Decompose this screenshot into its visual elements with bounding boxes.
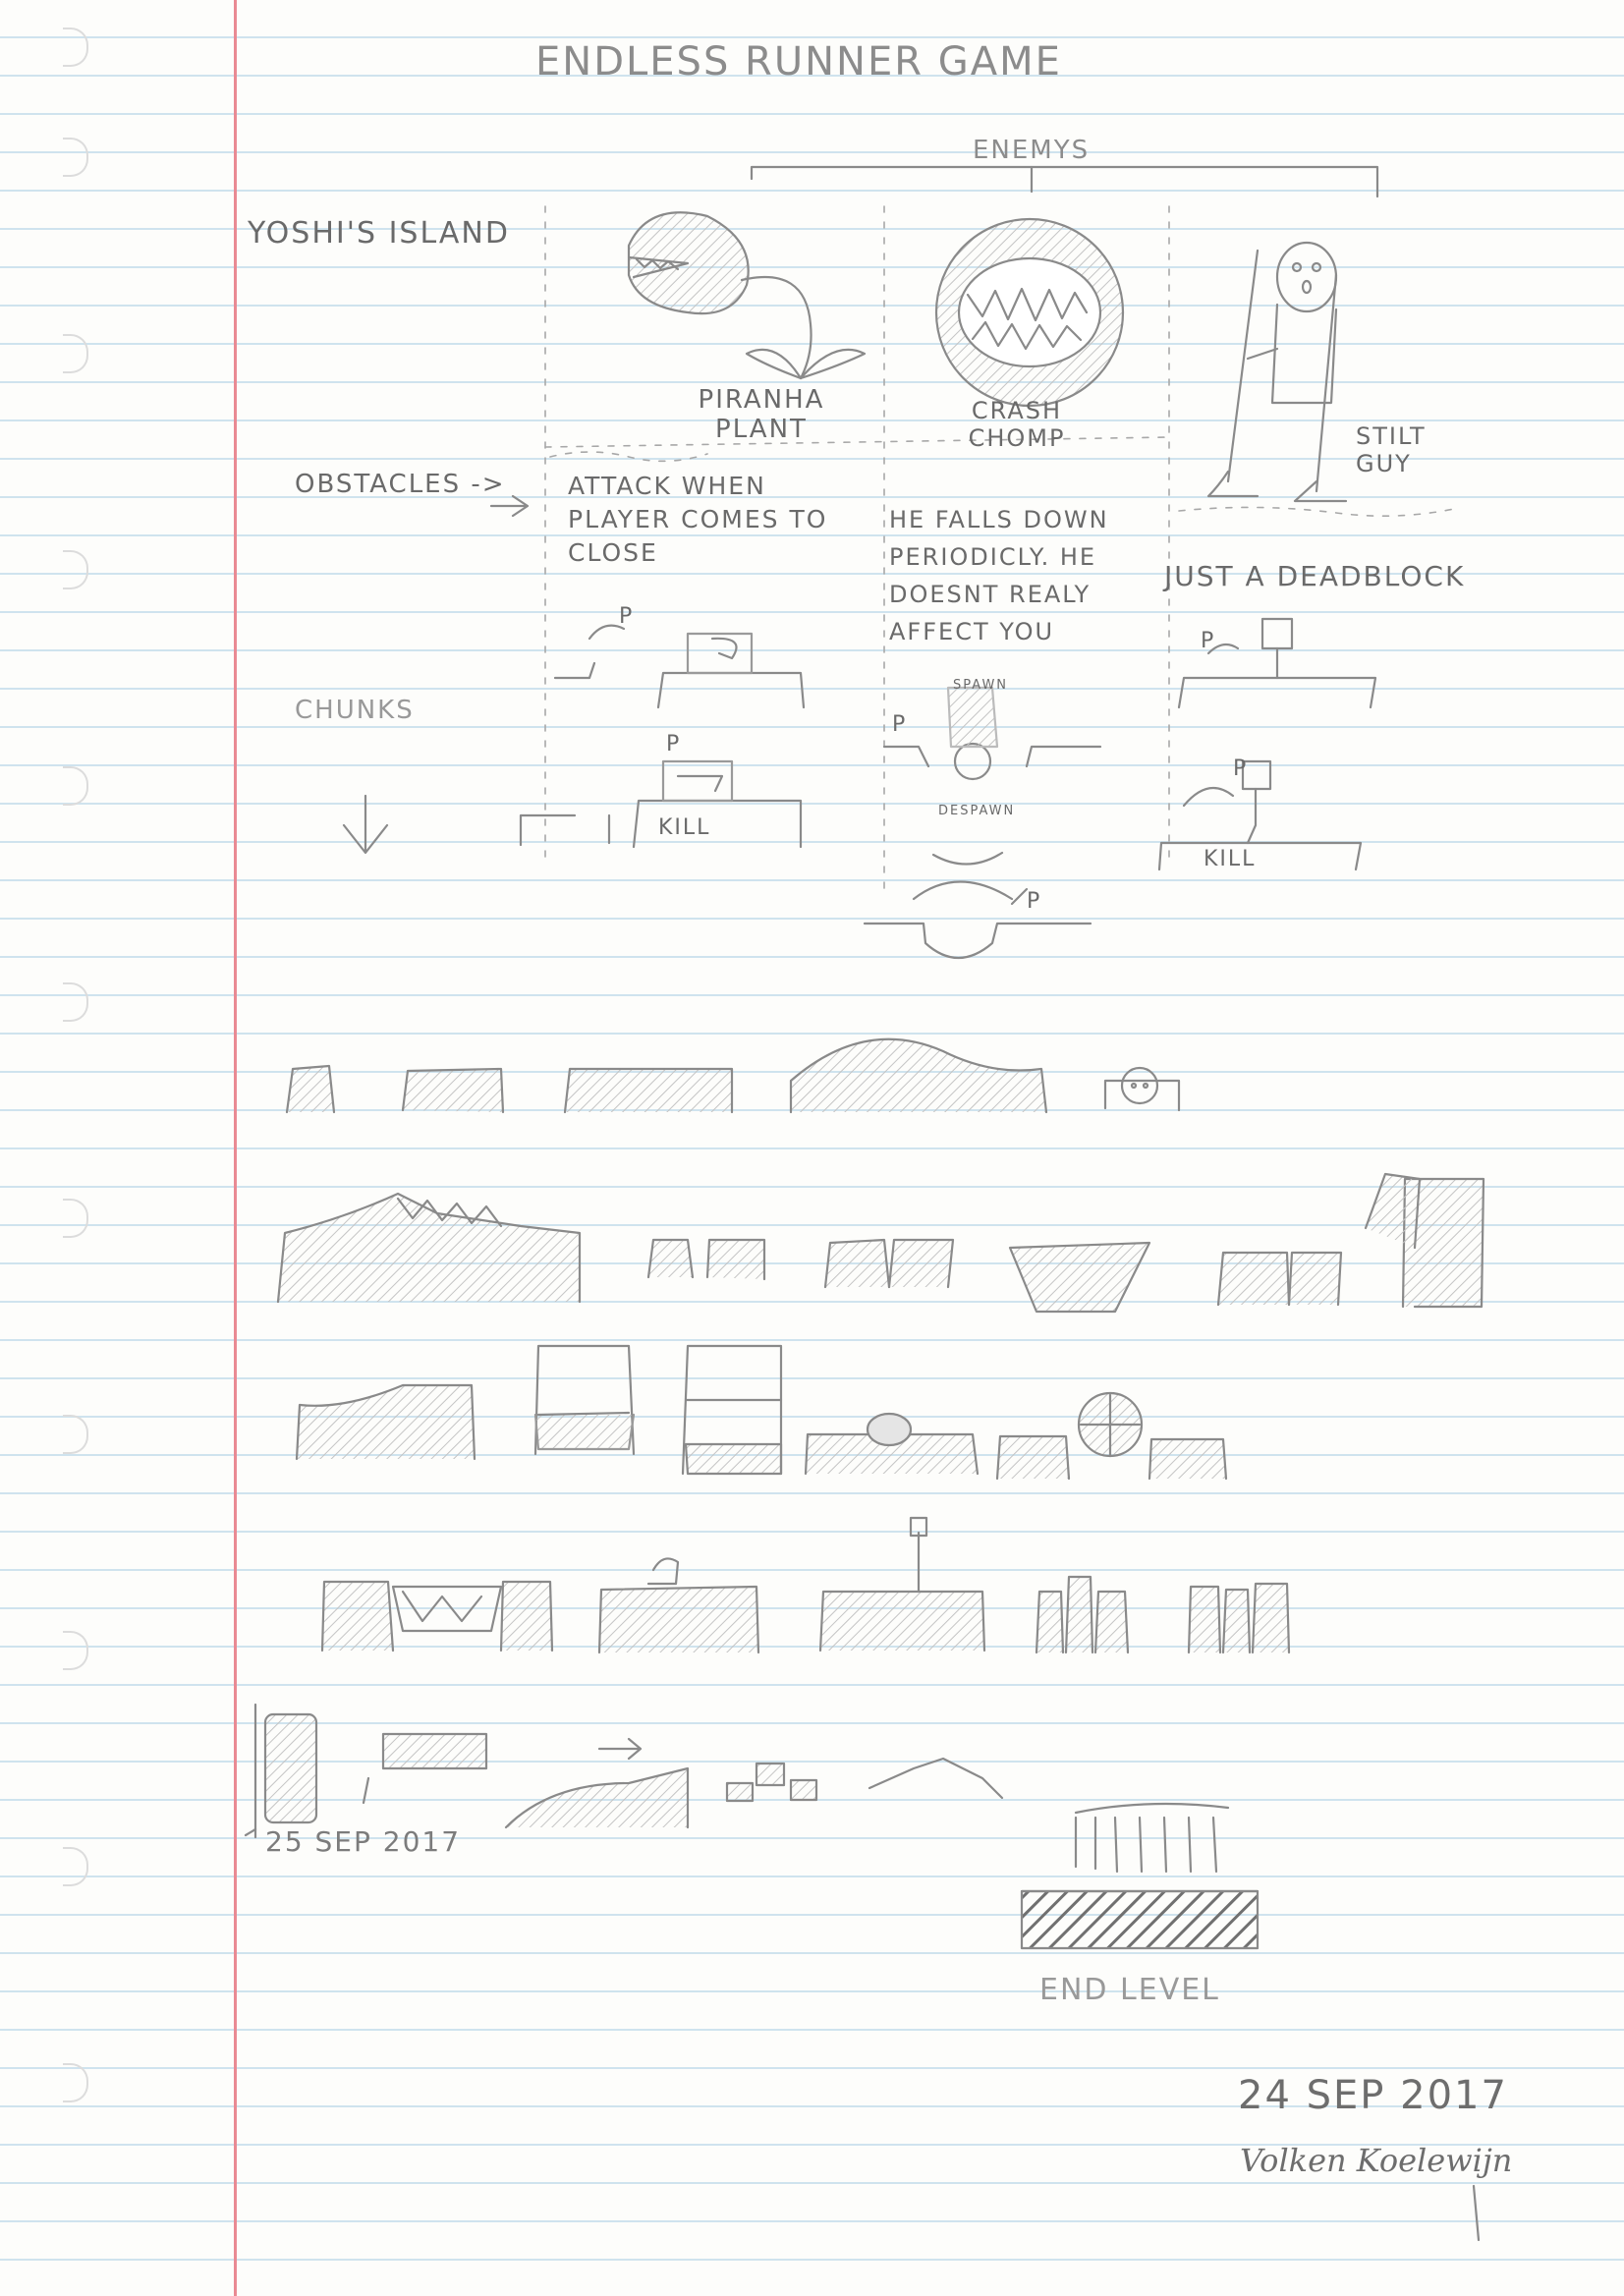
kill-label: KILL: [1204, 847, 1257, 871]
player-marker: P: [666, 732, 682, 756]
player-marker: P: [1027, 889, 1042, 914]
sketch-date: 24 SEP 2017: [1238, 2073, 1508, 2118]
enemy-name-piranha: PIRANHA PLANT: [698, 385, 825, 444]
end-level-label: END LEVEL: [1039, 1973, 1220, 2007]
end-level-drawing: [1020, 1802, 1260, 1950]
player-marker: P: [1201, 629, 1216, 653]
stilt-guy-drawing: [1206, 241, 1348, 503]
player-marker: P: [1233, 756, 1249, 781]
enemy-behavior-piranha: ATTACK WHEN PLAYER COMES TO CLOSE: [568, 472, 828, 567]
crash-chomp-drawing: [934, 217, 1125, 408]
page-title: ENDLESS RUNNER GAME: [535, 39, 1062, 84]
notebook-page: ENDLESS RUNNER GAME ENEMYS YOSHI'S ISLAN…: [0, 0, 1624, 2296]
enemy-name-stilt-guy: STILT GUY: [1356, 422, 1427, 477]
enemy-behavior-stilt-guy: JUST A DEADBLOCK: [1164, 560, 1466, 592]
enemies-header: ENEMYS: [973, 136, 1091, 165]
obstacles-label: OBSTACLES ->: [295, 470, 506, 499]
piranha-plant-drawing: [627, 211, 867, 380]
player-marker: P: [892, 712, 908, 737]
despawn-label: DESPAWN: [938, 804, 1016, 818]
world-label: YOSHI'S ISLAND: [248, 216, 510, 251]
player-marker: P: [619, 604, 635, 629]
author-signature: Volken Koelewijn: [1240, 2142, 1513, 2179]
second-date: 25 SEP 2017: [265, 1825, 462, 1858]
enemy-name-crash-chomp: CRASH CHOMP: [968, 397, 1066, 452]
kill-label: KILL: [658, 815, 711, 840]
chunks-label: CHUNKS: [295, 696, 415, 725]
enemy-behavior-crash-chomp: HE FALLS DOWN PERIODICLY. HE DOESNT REAL…: [889, 506, 1109, 645]
spawn-label: SPAWN: [953, 678, 1009, 693]
sketch-layer: [244, 165, 1485, 2242]
